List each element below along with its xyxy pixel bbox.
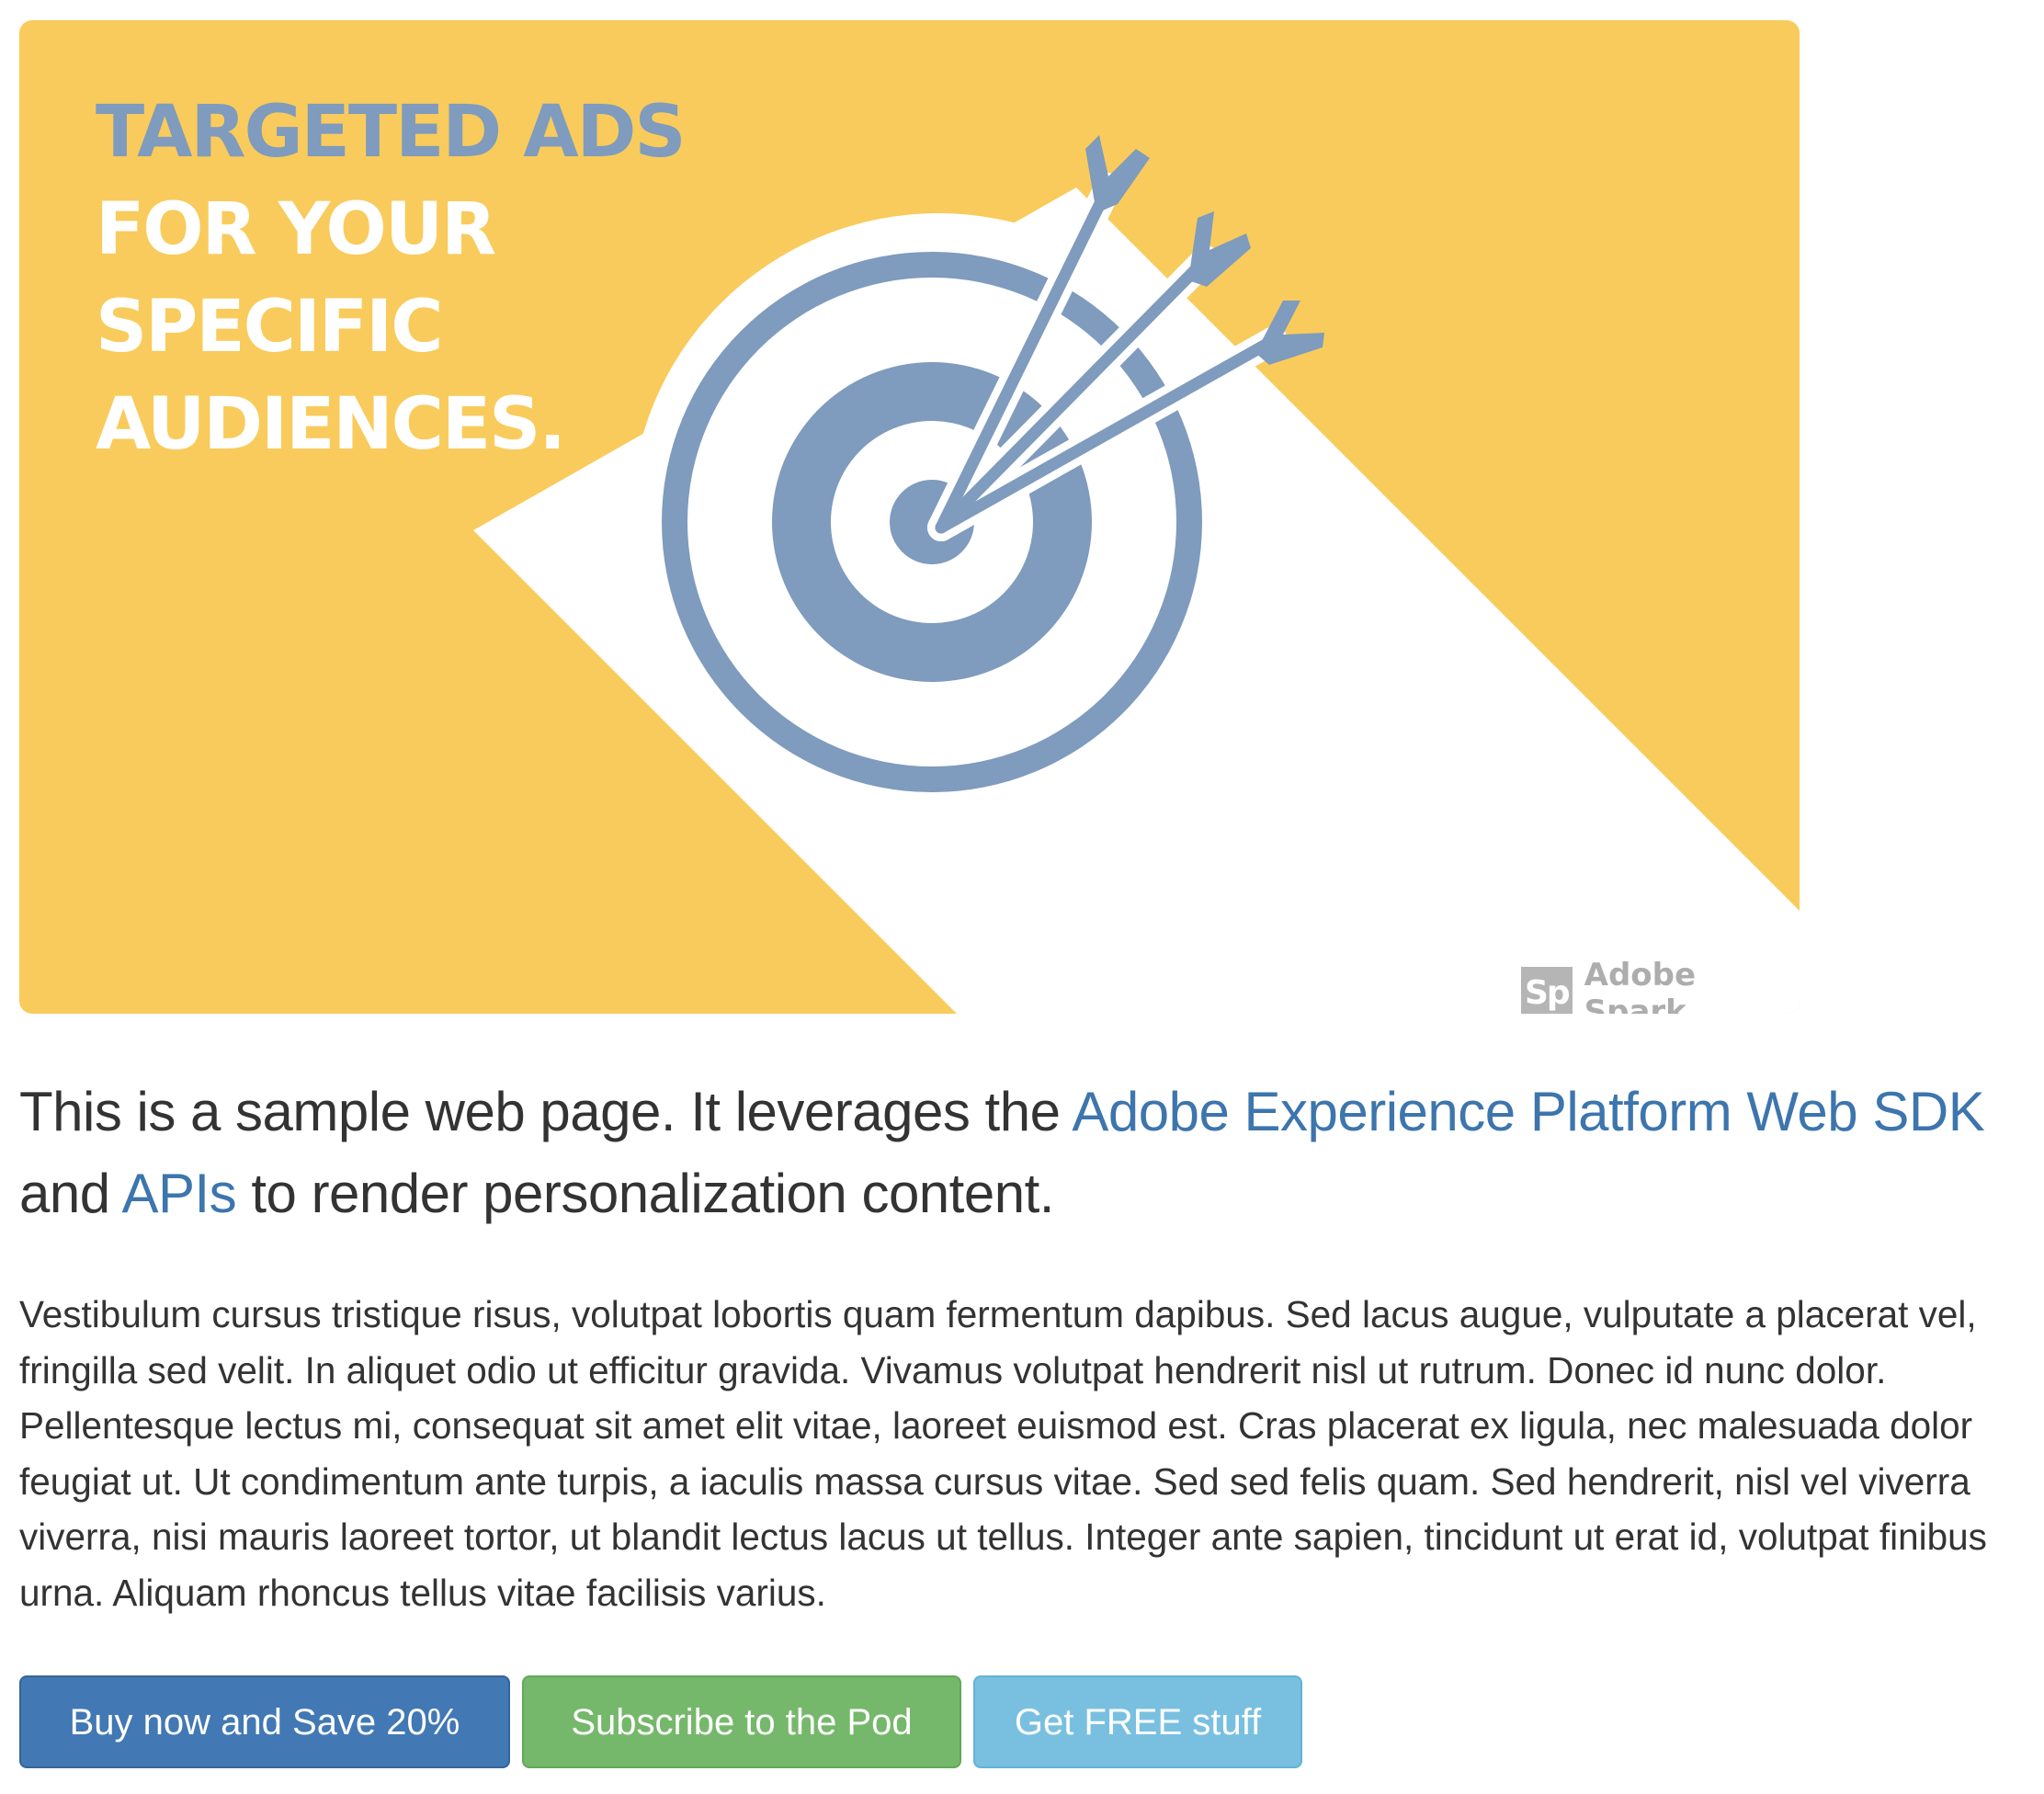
free-stuff-button[interactable]: Get FREE stuff: [973, 1675, 1302, 1768]
apis-link[interactable]: APIs: [121, 1163, 236, 1224]
buy-now-button[interactable]: Buy now and Save 20%: [19, 1675, 510, 1768]
banner-headline-line-3: SPECIFIC: [96, 286, 443, 369]
hero-banner: TARGETED ADS FOR YOUR SPECIFIC AUDIENCES…: [19, 20, 1800, 1014]
body-paragraph: Vestibulum cursus tristique risus, volut…: [19, 1293, 1987, 1614]
spark-logo-mark: Sp: [1521, 967, 1573, 1014]
banner-headline-line-2: FOR YOUR: [96, 188, 496, 271]
adobe-spark-logo: Sp Adobe Spark: [1521, 957, 1800, 1014]
banner-headline: TARGETED ADS FOR YOUR SPECIFIC AUDIENCES…: [96, 84, 687, 473]
button-group: Buy now and Save 20% Subscribe to the Po…: [19, 1675, 1314, 1768]
lead-text-1: This is a sample web page. It leverages …: [19, 1081, 1073, 1142]
subscribe-button[interactable]: Subscribe to the Pod: [522, 1675, 961, 1768]
banner-headline-line-1: TARGETED ADS: [96, 91, 687, 174]
banner-headline-line-4: AUDIENCES.: [96, 383, 566, 466]
lead-paragraph: This is a sample web page. It leverages …: [19, 1071, 2041, 1234]
spark-logo-text: Adobe Spark: [1584, 957, 1697, 1014]
lead-text-3: to render personalization content.: [236, 1163, 1054, 1224]
web-sdk-link[interactable]: Adobe Experience Platform Web SDK: [1072, 1081, 1984, 1142]
lead-text-2: and: [19, 1163, 122, 1224]
